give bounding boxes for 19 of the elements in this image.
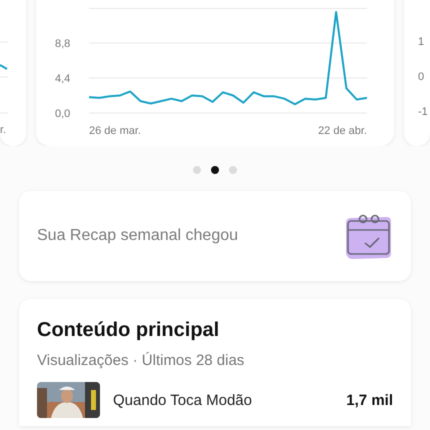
axis-label: 0: [418, 70, 424, 84]
content-title[interactable]: Quando Toca Modão: [113, 392, 346, 408]
page-dot[interactable]: [193, 166, 201, 174]
axis-label: 8,8: [55, 38, 70, 50]
view-count: 1,7 mil: [346, 392, 393, 408]
axis-label: r.: [0, 124, 6, 136]
axis-label: -1: [418, 105, 428, 119]
recap-title: Sua Recap semanal chegou: [37, 227, 238, 245]
chart-line: [0, 64, 8, 70]
section-subtitle: Visualizações · Últimos 28 dias: [37, 352, 246, 369]
recap-card[interactable]: Sua Recap semanal chegou: [19, 191, 411, 281]
axis-label: 26 de mar.: [89, 125, 141, 137]
axis-label: 22 de abr.: [318, 125, 367, 137]
axis-label: 0,0: [55, 108, 70, 120]
axis-label: 4,4: [55, 73, 70, 85]
page-dot[interactable]: [229, 166, 237, 174]
section-title: Conteúdo principal: [37, 319, 220, 342]
axis-label: 1: [418, 35, 424, 49]
page-dot[interactable]: [211, 166, 219, 174]
